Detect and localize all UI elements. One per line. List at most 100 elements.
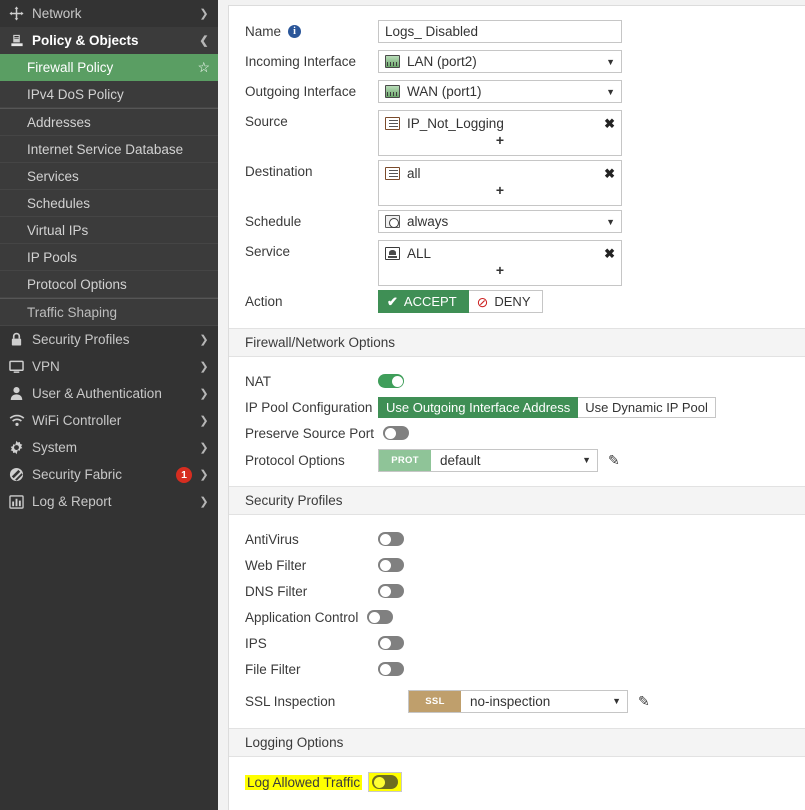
ssl-inspection-label: SSL Inspection [245,694,408,709]
ssl-inspection-value: no-inspection [470,694,550,709]
sidebar-item-label: Protocol Options [27,277,210,292]
info-icon[interactable]: i [288,25,301,38]
sidebar-item-services[interactable]: Services [0,163,218,190]
ip-pool-use-dynamic-pool-button[interactable]: Use Dynamic IP Pool [578,397,716,418]
ips-toggle[interactable] [378,636,404,650]
security-fabric-badge: 1 [176,467,192,483]
sidebar-group-label: VPN [32,359,198,374]
service-entry: ALL ✖ [379,241,621,263]
field-row-name: Name i Logs_ Disabled [229,20,805,46]
preserve-source-port-toggle[interactable] [383,426,409,440]
nat-toggle[interactable] [378,374,404,388]
action-field-wrap: ✔ ACCEPT ⊘ DENY [378,290,543,313]
sidebar-item-label: Traffic Shaping [27,305,210,320]
application-control-label: Application Control [245,610,367,625]
name-input[interactable]: Logs_ Disabled [378,20,622,43]
sidebar-group-security-fabric[interactable]: Security Fabric 1 ❯ [0,461,218,488]
schedule-field-wrap: always ▼ [378,210,622,233]
log-allowed-traffic-label: Log Allowed Traffic [245,775,362,790]
chevron-down-icon: ▼ [612,696,621,706]
toggle-knob [380,664,391,675]
web-filter-toggle[interactable] [378,558,404,572]
toggle-knob [385,428,396,439]
incoming-interface-select[interactable]: LAN (port2) ▼ [378,50,622,73]
edit-protocol-options-pencil-icon[interactable]: ✎ [608,453,620,467]
name-field-wrap: Logs_ Disabled [378,20,622,43]
field-row-file-filter: File Filter [229,656,805,682]
protocol-options-select[interactable]: PROT default ▼ [378,449,598,472]
sidebar-item-firewall-policy[interactable]: Firewall Policy ☆ [0,54,218,81]
antivirus-toggle[interactable] [378,532,404,546]
user-icon [7,385,26,403]
chevron-right-icon: ❯ [198,334,210,346]
sidebar-group-policy-objects[interactable]: Policy & Objects ❮ [0,27,218,54]
file-filter-toggle[interactable] [378,662,404,676]
edit-ssl-inspection-pencil-icon[interactable]: ✎ [638,694,650,708]
source-multiselect[interactable]: IP_Not_Logging ✖ + [378,110,622,156]
favorite-star-icon[interactable]: ☆ [197,60,210,74]
field-row-dns-filter: DNS Filter [229,578,805,604]
ssl-inspection-field-wrap: SSL no-inspection ▼ ✎ [408,690,650,713]
chevron-down-icon: ❮ [198,35,210,47]
remove-source-button[interactable]: ✖ [604,117,615,130]
application-control-toggle[interactable] [367,610,393,624]
sidebar-item-addresses[interactable]: Addresses [0,109,218,136]
schedule-value: always [407,214,448,229]
sidebar-item-label: Virtual IPs [27,223,210,238]
protocol-options-field-wrap: PROT default ▼ ✎ [378,449,620,472]
destination-field-wrap: all ✖ + [378,160,622,206]
ip-pool-use-outgoing-interface-button[interactable]: Use Outgoing Interface Address [378,397,578,418]
action-accept-button[interactable]: ✔ ACCEPT [378,290,469,313]
chevron-right-icon: ❯ [198,8,210,20]
add-destination-button[interactable]: + [379,183,621,201]
remove-destination-button[interactable]: ✖ [604,167,615,180]
toggle-knob [374,777,385,788]
field-row-ssl-inspection: SSL Inspection SSL no-inspection ▼ ✎ [229,686,805,716]
incoming-interface-label: Incoming Interface [245,50,378,69]
log-allowed-traffic-toggle[interactable] [372,775,398,789]
network-move-icon [7,5,26,23]
sidebar-item-ip-pools[interactable]: IP Pools [0,244,218,271]
main-sidebar: Network ❯ Policy & Objects ❮ Firewall Po… [0,0,218,810]
service-multiselect[interactable]: ALL ✖ + [378,240,622,286]
sidebar-group-security-profiles[interactable]: Security Profiles ❯ [0,326,218,353]
add-service-button[interactable]: + [379,263,621,281]
toggle-knob [380,638,391,649]
schedule-clock-icon [385,215,400,228]
sidebar-group-user-authentication[interactable]: User & Authentication ❯ [0,380,218,407]
ip-pool-configuration-label: IP Pool Configuration [245,400,378,415]
incoming-interface-value: LAN (port2) [407,54,477,69]
field-row-log-allowed-traffic: Log Allowed Traffic [229,769,805,795]
sidebar-group-network[interactable]: Network ❯ [0,0,218,27]
gear-icon [7,439,26,457]
outgoing-interface-value: WAN (port1) [407,84,482,99]
sidebar-item-internet-service-database[interactable]: Internet Service Database [0,136,218,163]
add-source-button[interactable]: + [379,133,621,151]
sidebar-item-ipv4-dos-policy[interactable]: IPv4 DoS Policy [0,81,218,108]
address-object-icon [385,117,400,130]
section-title: Logging Options [245,735,343,750]
outgoing-interface-select[interactable]: WAN (port1) ▼ [378,80,622,103]
schedule-select[interactable]: always ▼ [378,210,622,233]
toggle-knob [380,534,391,545]
field-row-ips: IPS [229,630,805,656]
sidebar-group-wifi-controller[interactable]: WiFi Controller ❯ [0,407,218,434]
destination-multiselect[interactable]: all ✖ + [378,160,622,206]
sidebar-item-virtual-ips[interactable]: Virtual IPs [0,217,218,244]
sidebar-item-schedules[interactable]: Schedules [0,190,218,217]
action-label: Action [245,290,378,309]
chevron-right-icon: ❯ [198,496,210,508]
dns-filter-toggle[interactable] [378,584,404,598]
section-header-security-profiles: Security Profiles [229,486,805,515]
sidebar-group-system[interactable]: System ❯ [0,434,218,461]
sidebar-item-traffic-shaping[interactable]: Traffic Shaping [0,299,218,326]
service-label: Service [245,240,378,259]
action-deny-button[interactable]: ⊘ DENY [469,290,543,313]
fabric-icon [7,466,26,484]
sidebar-group-log-report[interactable]: Log & Report ❯ [0,488,218,515]
sidebar-group-vpn[interactable]: VPN ❯ [0,353,218,380]
sidebar-item-protocol-options[interactable]: Protocol Options [0,271,218,298]
remove-service-button[interactable]: ✖ [604,247,615,260]
sidebar-item-label: Addresses [27,115,210,130]
ssl-inspection-select[interactable]: SSL no-inspection ▼ [408,690,628,713]
